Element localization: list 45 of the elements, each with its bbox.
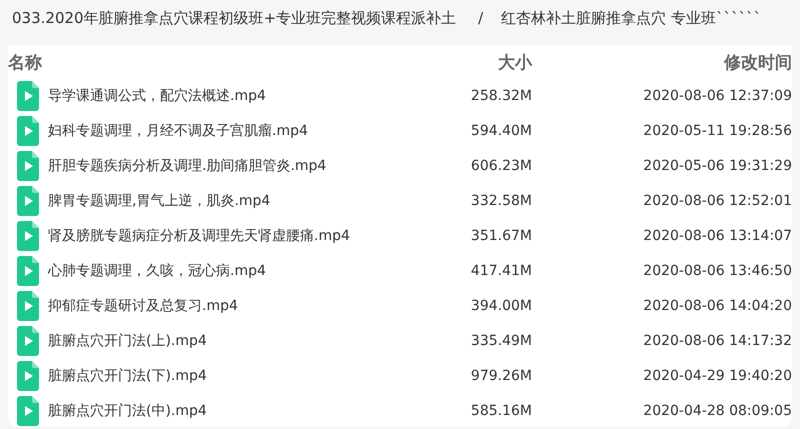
video-file-icon: [17, 116, 39, 146]
modified-time: 2020-08-06 13:46:50: [642, 262, 792, 278]
modified-time: 2020-04-29 19:40:20: [642, 368, 792, 384]
video-file-icon: [17, 256, 39, 286]
file-size: 594.40M: [470, 122, 532, 138]
file-name[interactable]: 导学课通调公式，配穴法概述.mp4: [48, 86, 422, 104]
file-size: 351.67M: [470, 228, 532, 244]
column-header[interactable]: 修改时间: [532, 50, 792, 74]
modified-time: 2020-08-06 14:04:20: [642, 298, 792, 314]
file-name[interactable]: 脏腑点穴开门法(下).mp4: [48, 366, 422, 384]
file-name[interactable]: 肾及膀胱专题病症分析及调理先天肾虚腰痛.mp4: [48, 226, 422, 244]
breadcrumb-link[interactable]: 红杏林补土脏腑推拿点穴 专业班``````: [501, 8, 761, 28]
video-file-icon: [17, 290, 39, 320]
file-size: 258.32M: [470, 88, 532, 104]
modified-time: 2020-04-28 08:09:05: [642, 402, 792, 418]
video-file-icon: [17, 360, 39, 390]
file-name[interactable]: 妇科专题调理，月经不调及子宫肌瘤.mp4: [48, 122, 422, 140]
file-size: 979.26M: [470, 368, 532, 384]
file-name[interactable]: 心肺专题调理，久咳，冠心病.mp4: [48, 262, 422, 280]
video-file-icon: [17, 80, 39, 110]
file-name[interactable]: 脾胃专题调理,胃气上逆，肌炎.mp4: [48, 192, 422, 210]
file-size: 332.58M: [470, 192, 532, 208]
file-name[interactable]: 肝胆专题疾病分析及调理.肋间痛胆管炎.mp4: [48, 156, 422, 174]
modified-time: 2020-08-06 14:17:32: [642, 332, 792, 348]
modified-time: 2020-08-06 12:52:01: [642, 192, 792, 208]
modified-time: 2020-08-06 13:14:07: [642, 228, 792, 244]
modified-time: 2020-05-06 19:31:29: [642, 158, 792, 174]
video-file-icon: [17, 150, 39, 180]
file-size: 585.16M: [470, 402, 532, 418]
file-size: 606.23M: [470, 158, 532, 174]
file-name[interactable]: 脏腑点穴开门法(上).mp4: [48, 332, 422, 350]
file-size: 417.41M: [470, 262, 532, 278]
video-file-icon: [17, 186, 39, 216]
breadcrumb-link[interactable]: 033.2020年脏腑推拿点穴课程初级班+专业班完整视频课程派补土: [12, 8, 456, 28]
column-header[interactable]: 名称: [8, 50, 422, 74]
file-size: 394.00M: [470, 298, 532, 314]
file-name[interactable]: 抑郁症专题研讨及总复习.mp4: [48, 296, 422, 314]
video-file-icon: [17, 326, 39, 356]
modified-time: 2020-08-06 12:37:09: [642, 88, 792, 104]
breadcrumb-separator: /: [478, 9, 484, 27]
column-header[interactable]: 大小: [422, 50, 532, 74]
file-size: 335.49M: [470, 332, 532, 348]
modified-time: 2020-05-11 19:28:56: [642, 122, 792, 138]
file-name[interactable]: 脏腑点穴开门法(中).mp4: [48, 402, 422, 420]
video-file-icon: [17, 220, 39, 250]
